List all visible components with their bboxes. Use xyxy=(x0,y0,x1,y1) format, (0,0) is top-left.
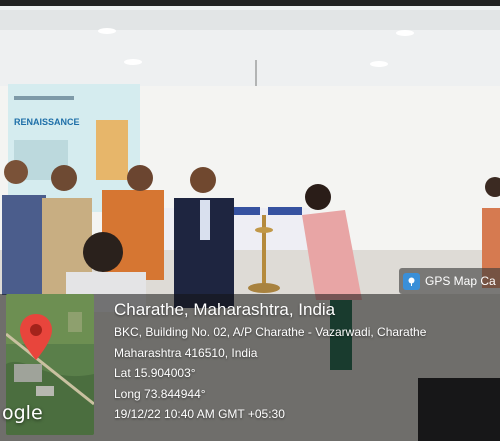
pin-icon xyxy=(408,277,415,286)
banner-figure xyxy=(96,120,128,180)
address-line-2: Maharashtra 416510, India xyxy=(114,345,258,360)
person-head xyxy=(127,165,153,191)
address-line-1: BKC, Building No. 02, A/P Charathe - Vaz… xyxy=(114,325,427,339)
person-head xyxy=(190,167,216,193)
timestamp: 19/12/22 10:40 AM GMT +05:30 xyxy=(114,407,285,421)
banner-headline: RENAISSANCE xyxy=(14,117,80,127)
person-figure xyxy=(2,195,46,295)
ceiling-light xyxy=(124,59,142,65)
place-name: Charathe, Maharashtra, India xyxy=(114,300,336,319)
google-watermark: ogle xyxy=(2,402,43,424)
table-sign xyxy=(268,207,302,215)
latitude: Lat 15.904003° xyxy=(114,366,196,380)
person-head xyxy=(4,160,28,184)
shirt xyxy=(200,200,210,240)
lamp-plate xyxy=(255,227,273,233)
location-info: Charathe, Maharashtra, India BKC, Buildi… xyxy=(114,298,500,425)
ceiling-beam xyxy=(0,10,500,30)
lamp-stand xyxy=(262,215,266,285)
longitude: Long 73.844944° xyxy=(114,386,206,401)
top-edge xyxy=(0,0,500,6)
banner-text-line xyxy=(14,96,74,100)
ceiling-light xyxy=(98,28,116,34)
gps-map-camera-icon xyxy=(403,272,420,290)
gps-map-camera-badge: GPS Map Ca xyxy=(399,268,500,294)
ceiling-light xyxy=(370,61,388,67)
gps-badge-label: GPS Map Ca xyxy=(425,274,496,288)
ceiling-light xyxy=(396,30,414,36)
person-head xyxy=(51,165,77,191)
person-head xyxy=(305,184,331,210)
spectator-head xyxy=(83,232,123,272)
lamp-base xyxy=(248,283,280,293)
